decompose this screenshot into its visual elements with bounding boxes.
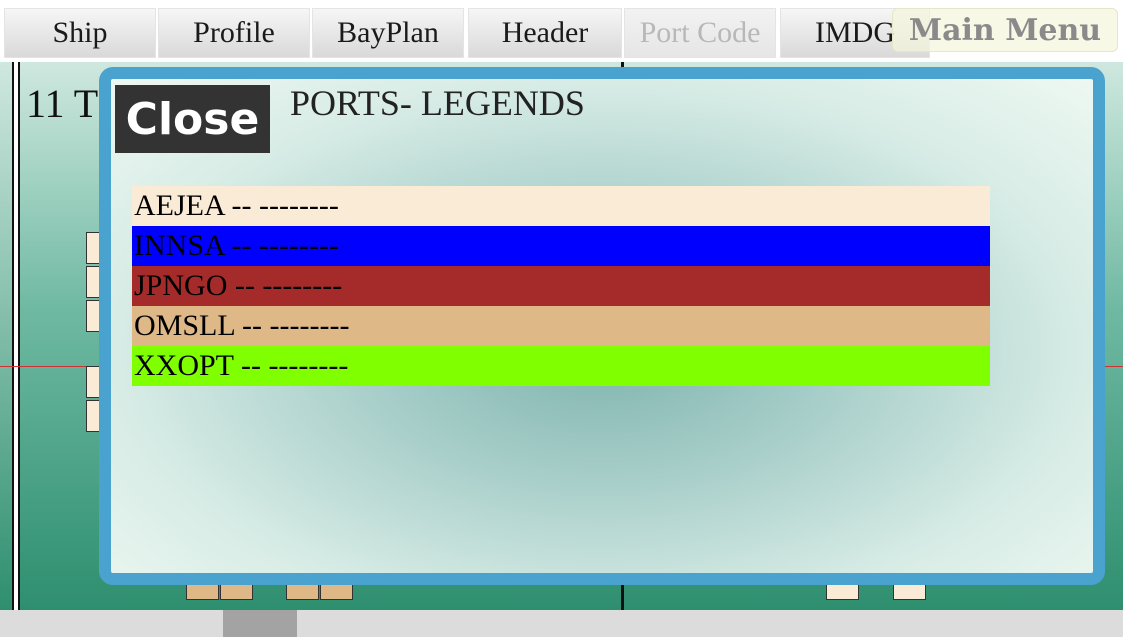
tab-ship[interactable]: Ship <box>4 8 156 58</box>
horizontal-scrollbar[interactable] <box>0 610 1123 637</box>
legend-row-omsll: OMSLL -- -------- <box>132 306 990 346</box>
background-panel-edge <box>0 62 14 610</box>
main-menu-button[interactable]: Main Menu <box>892 8 1118 52</box>
legend-row-xxopt: XXOPT -- -------- <box>132 346 990 386</box>
tab-header[interactable]: Header <box>468 8 622 58</box>
legend-row-aejea: AEJEA -- -------- <box>132 186 990 226</box>
close-button[interactable]: Close <box>115 85 270 153</box>
legend-row-jpngo: JPNGO -- -------- <box>132 266 990 306</box>
dialog-title: PORTS- LEGENDS <box>290 83 585 123</box>
port-legend-list: AEJEA -- -------- INNSA -- -------- JPNG… <box>132 186 990 386</box>
tab-bayplan[interactable]: BayPlan <box>312 8 464 58</box>
background-panel-title: 11 T <box>26 81 99 126</box>
tab-profile[interactable]: Profile <box>158 8 310 58</box>
tab-port-code: Port Code <box>624 8 776 58</box>
legend-row-innsa: INNSA -- -------- <box>132 226 990 266</box>
top-tab-bar: Ship Profile BayPlan Header Port Code IM… <box>0 0 1123 62</box>
scrollbar-thumb[interactable] <box>223 610 297 637</box>
